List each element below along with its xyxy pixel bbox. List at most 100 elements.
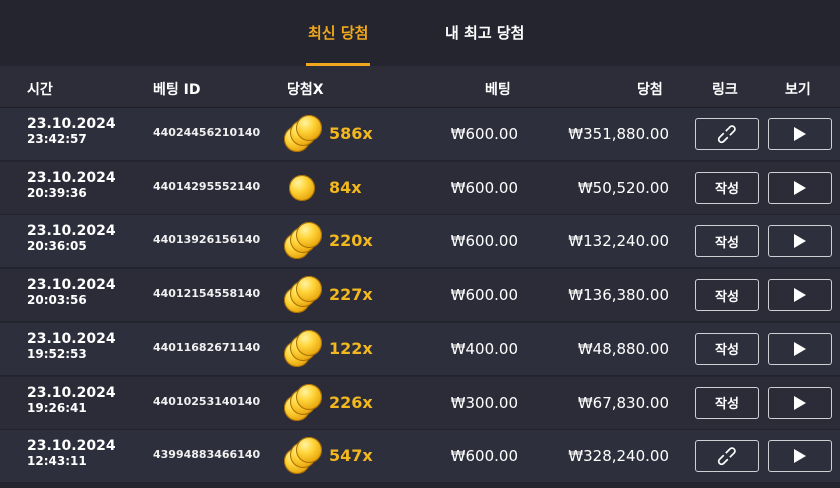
win-multiplier: 226x <box>329 392 373 412</box>
play-icon <box>794 127 806 141</box>
win-multiplier: 220x <box>329 231 373 251</box>
bet-amount: ₩600.00 <box>450 125 518 143</box>
play-button[interactable] <box>768 332 832 365</box>
header-win: 당첨 <box>637 82 663 98</box>
win-date: 23.10.2024 <box>27 277 116 294</box>
bet-amount: ₩600.00 <box>450 178 518 197</box>
header-link: 링크 <box>712 82 738 98</box>
coin-icon <box>296 437 322 464</box>
bet-id: 44024456210140 <box>153 126 261 139</box>
win-time: 23:42:57 <box>27 132 87 146</box>
link-write-label: 작성 <box>715 182 739 198</box>
play-button[interactable] <box>768 171 832 204</box>
win-time: 20:03:56 <box>27 293 87 308</box>
header-multiplier: 당첨X <box>287 82 324 98</box>
play-button[interactable] <box>768 386 832 419</box>
bet-id: 44012154558140 <box>153 287 261 301</box>
link-write-label: 작성 <box>715 397 739 412</box>
header-time: 시간 <box>27 82 53 98</box>
win-date: 23.10.2024 <box>27 223 116 240</box>
link-write-label: 작성 <box>715 289 739 305</box>
win-amount: ₩328,240.00 <box>568 447 669 466</box>
bet-id: 44010253140140 <box>153 394 261 408</box>
table-row: 23.10.2024 19:52:53 44011682671140 122x … <box>0 322 840 376</box>
link-button[interactable]: ⊂⊃ <box>695 440 759 473</box>
coin-icon <box>296 329 322 356</box>
tab-my-best-wins-label: 내 최고 당첨 <box>445 24 525 42</box>
play-icon <box>794 234 806 249</box>
play-button[interactable] <box>768 279 832 312</box>
bet-id: 44014295552140 <box>153 179 261 193</box>
win-time: 12:43:11 <box>27 454 87 469</box>
win-multiplier: 227x <box>329 285 373 305</box>
win-amount: ₩351,880.00 <box>568 125 669 143</box>
coin-stack-icon <box>284 276 324 314</box>
play-icon <box>794 449 806 464</box>
coin-stack-icon <box>284 329 324 368</box>
link-button[interactable]: 작성 <box>695 225 759 258</box>
tab-latest-wins-label: 최신 당첨 <box>308 24 369 42</box>
win-date: 23.10.2024 <box>27 116 116 132</box>
link-button[interactable]: 작성 <box>695 171 759 204</box>
win-date: 23.10.2024 <box>27 169 116 186</box>
win-time: 20:39:36 <box>27 185 87 200</box>
coin-icon <box>296 383 322 410</box>
play-icon <box>794 180 806 195</box>
play-icon <box>794 395 806 410</box>
win-date: 23.10.2024 <box>27 384 116 401</box>
win-amount: ₩50,520.00 <box>577 178 669 197</box>
bet-amount: ₩600.00 <box>450 447 518 466</box>
win-amount: ₩67,830.00 <box>577 393 669 412</box>
play-button[interactable] <box>768 440 832 473</box>
coin-icon <box>296 222 322 249</box>
bet-id: 43994883466140 <box>153 448 261 462</box>
play-button[interactable] <box>768 225 832 258</box>
link-icon: ⊂⊃ <box>711 440 743 472</box>
coin-icon <box>296 115 322 141</box>
bet-id: 44013926156140 <box>153 233 261 247</box>
table-row: 23.10.2024 12:43:11 43994883466140 547x … <box>0 430 840 484</box>
tab-bar: 최신 당첨 내 최고 당첨 <box>0 0 840 66</box>
header-bet: 베팅 <box>485 82 511 98</box>
bet-amount: ₩600.00 <box>450 286 518 305</box>
win-amount: ₩132,240.00 <box>568 232 669 251</box>
link-icon: ⊂⊃ <box>711 118 743 150</box>
win-time: 19:26:41 <box>27 400 87 415</box>
link-button[interactable]: ⊂⊃ <box>695 118 759 150</box>
bet-amount: ₩400.00 <box>450 339 518 358</box>
play-button[interactable] <box>768 118 832 150</box>
coin-stack-icon <box>284 437 324 475</box>
win-amount: ₩136,380.00 <box>568 286 669 305</box>
win-multiplier: 122x <box>329 338 373 358</box>
bet-amount: ₩600.00 <box>450 232 518 251</box>
bet-id: 44011682671140 <box>153 340 261 354</box>
table-row: 23.10.2024 20:39:36 44014295552140 84x ₩… <box>0 161 840 215</box>
coin-icon <box>296 276 322 303</box>
tab-latest-wins[interactable]: 최신 당첨 <box>306 22 371 66</box>
play-icon <box>794 288 806 303</box>
table-row: 23.10.2024 20:03:56 44012154558140 227x … <box>0 269 840 323</box>
header-view: 보기 <box>785 82 811 98</box>
coin-stack-icon <box>284 383 324 422</box>
win-time: 19:52:53 <box>27 346 87 361</box>
coin-stack-icon <box>284 169 324 207</box>
table-row: 23.10.2024 20:36:05 44013926156140 220x … <box>0 215 840 269</box>
coin-stack-icon <box>284 115 324 153</box>
win-date: 23.10.2024 <box>27 330 116 347</box>
win-date: 23.10.2024 <box>27 438 116 455</box>
table-row: 23.10.2024 19:26:41 44010253140140 226x … <box>0 376 840 430</box>
header-bet-id: 베팅 ID <box>153 82 201 98</box>
coin-stack-icon <box>284 222 324 260</box>
coin-icon <box>289 174 315 201</box>
bet-amount: ₩300.00 <box>450 393 518 412</box>
tab-my-best-wins[interactable]: 내 최고 당첨 <box>445 22 524 66</box>
link-button[interactable]: 작성 <box>695 279 759 312</box>
link-button[interactable]: 작성 <box>695 386 759 419</box>
link-write-label: 작성 <box>715 343 739 359</box>
win-amount: ₩48,880.00 <box>577 339 669 358</box>
table-row: 23.10.2024 23:42:57 44024456210140 586x … <box>0 108 840 161</box>
link-write-label: 작성 <box>715 235 739 251</box>
win-multiplier: 84x <box>329 177 362 197</box>
win-multiplier: 586x <box>329 124 373 143</box>
link-button[interactable]: 작성 <box>695 332 759 365</box>
